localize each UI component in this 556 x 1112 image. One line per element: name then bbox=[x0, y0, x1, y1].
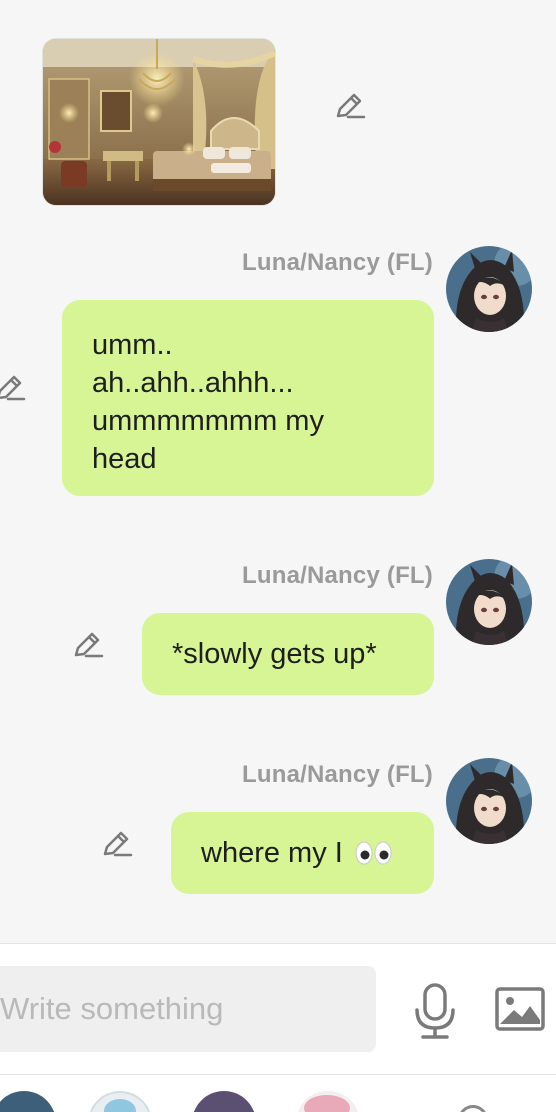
sender-name: Luna/Nancy (FL) bbox=[241, 761, 433, 788]
message-bubble[interactable]: where my I bbox=[171, 812, 434, 894]
edit-icon[interactable] bbox=[334, 90, 366, 122]
eyes-emoji bbox=[355, 838, 393, 876]
chat-area[interactable]: Luna/Nancy (FL) umm.. ah..ahh..ahhh... u… bbox=[0, 0, 556, 943]
edit-icon[interactable] bbox=[0, 372, 26, 404]
message-composer bbox=[0, 943, 556, 1075]
avatar[interactable] bbox=[446, 559, 532, 645]
message-line: ummmmmmm my bbox=[92, 405, 324, 437]
character-avatar[interactable] bbox=[0, 1091, 56, 1112]
character-avatar[interactable] bbox=[296, 1091, 360, 1112]
message-text: where my I bbox=[201, 837, 343, 869]
avatar[interactable] bbox=[446, 758, 532, 844]
edit-icon[interactable] bbox=[72, 629, 104, 661]
avatar[interactable] bbox=[446, 246, 532, 332]
edit-icon[interactable] bbox=[101, 828, 133, 860]
character-strip bbox=[0, 1075, 556, 1112]
message-line: ah..ahh..ahhh... bbox=[92, 367, 294, 399]
message-input[interactable] bbox=[0, 966, 376, 1052]
message-line: head bbox=[92, 443, 157, 475]
more-icon[interactable] bbox=[458, 1105, 488, 1112]
image-upload-icon[interactable] bbox=[494, 986, 546, 1032]
message-line: umm.. bbox=[92, 329, 173, 361]
scene-image[interactable] bbox=[42, 38, 276, 206]
character-avatar[interactable] bbox=[192, 1091, 256, 1112]
sender-name: Luna/Nancy (FL) bbox=[241, 249, 433, 276]
message-bubble[interactable]: umm.. ah..ahh..ahhh... ummmmmmm my head bbox=[62, 300, 434, 496]
message-bubble[interactable]: *slowly gets up* bbox=[142, 613, 434, 695]
character-avatar[interactable] bbox=[88, 1091, 152, 1112]
message-text: *slowly gets up* bbox=[172, 638, 377, 670]
microphone-icon[interactable] bbox=[410, 982, 460, 1040]
sender-name: Luna/Nancy (FL) bbox=[241, 562, 433, 589]
